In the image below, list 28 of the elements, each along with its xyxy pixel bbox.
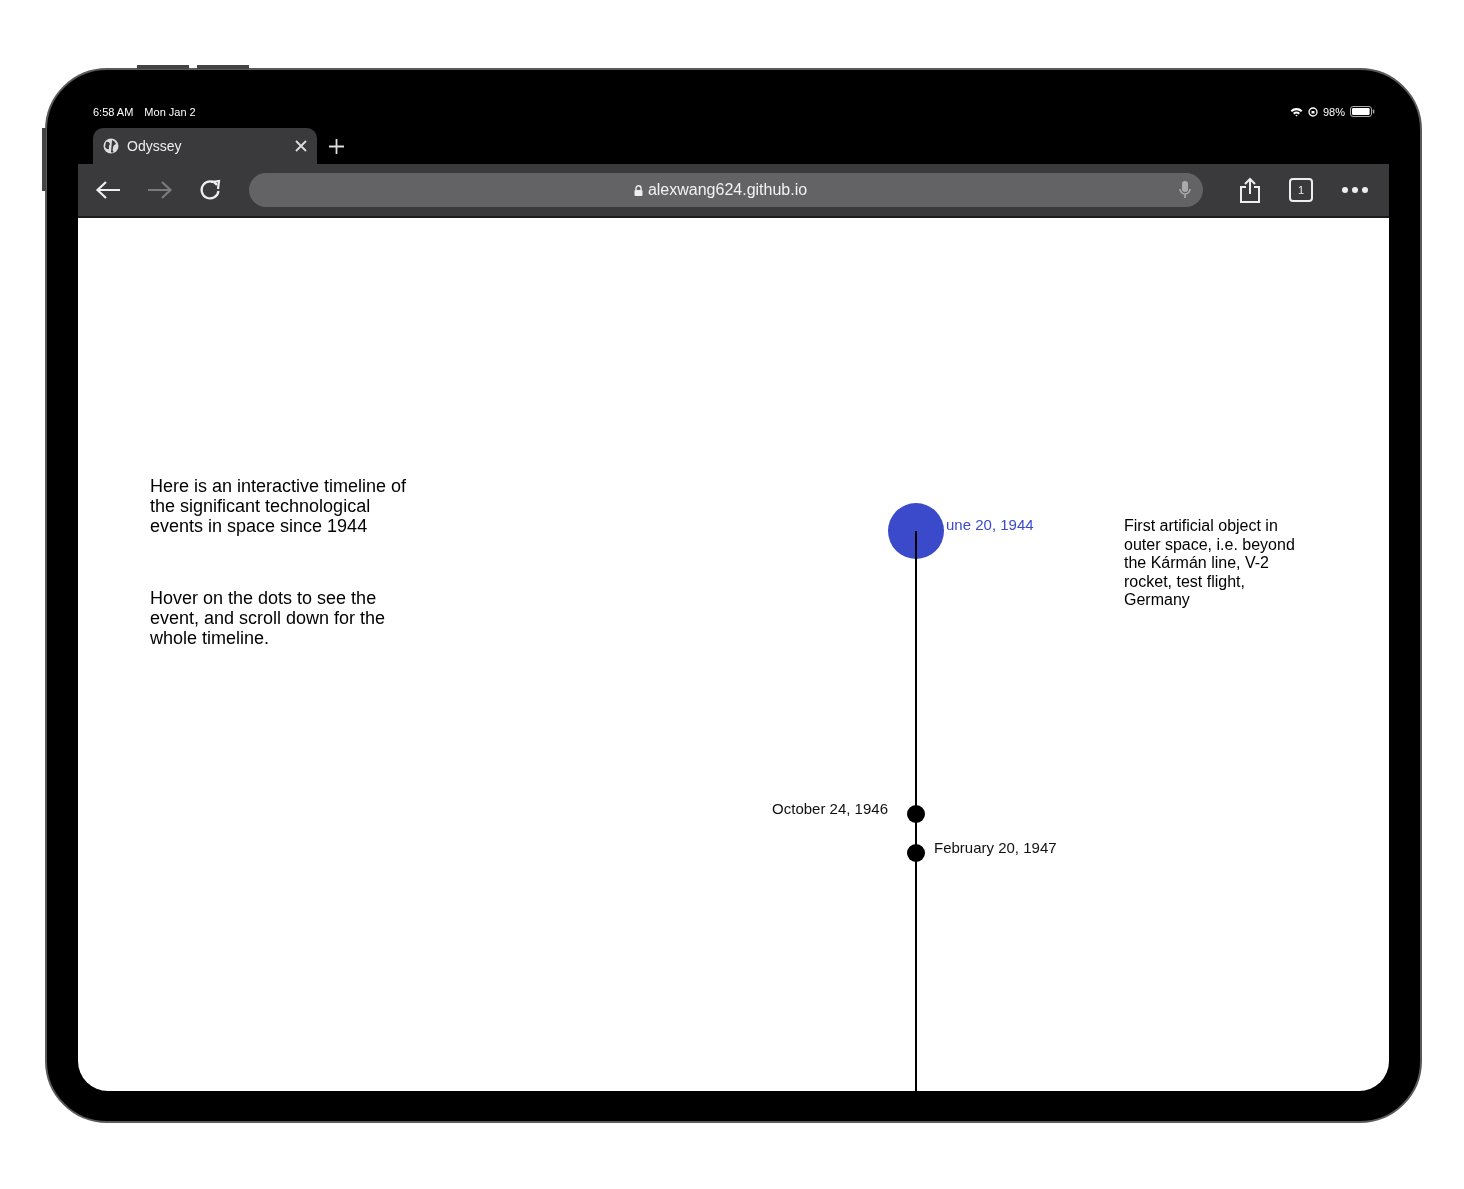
new-tab-icon[interactable] — [328, 138, 345, 155]
status-date: Mon Jan 2 — [144, 105, 196, 118]
close-icon[interactable] — [295, 140, 307, 152]
orientation-lock-icon — [1307, 106, 1318, 117]
url-text: alexwang624.github.io — [647, 181, 808, 199]
reload-icon[interactable] — [199, 179, 221, 201]
lock-icon — [633, 184, 643, 196]
more-icon[interactable] — [1341, 186, 1369, 194]
address-bar[interactable]: alexwang624.github.io — [249, 173, 1203, 207]
microphone-icon[interactable] — [1179, 180, 1191, 200]
battery-percent: 98% — [1322, 105, 1345, 118]
browser-tab[interactable]: Odyssey — [93, 128, 317, 164]
wifi-icon — [1289, 106, 1303, 117]
tab-title: Odyssey — [127, 138, 183, 154]
timeline-dot[interactable] — [888, 503, 944, 559]
event-date: une 20, 1944 — [946, 516, 1034, 533]
intro-text: Hover on the dots to see the event, and scroll down for the whole timeline. — [150, 588, 387, 648]
event-date: February 20, 1947 — [934, 839, 1057, 856]
back-arrow-icon[interactable] — [95, 180, 121, 200]
event-description: First artificial object in outer space, i.e. beyond the Kármán line, V-2 rocket, test flight, Germany — [1124, 517, 1296, 610]
tab-count-button[interactable]: 1 — [1289, 178, 1313, 202]
event-date: October 24, 1946 — [772, 800, 888, 817]
status-time: 6:58 AM — [93, 105, 134, 118]
share-icon[interactable] — [1239, 177, 1261, 203]
forward-arrow-icon[interactable] — [147, 180, 173, 200]
globe-icon — [103, 138, 119, 154]
battery-icon — [1350, 106, 1375, 117]
intro-text: Here is an interactive timeline of the significant technological events in space since 1944 — [150, 476, 408, 536]
